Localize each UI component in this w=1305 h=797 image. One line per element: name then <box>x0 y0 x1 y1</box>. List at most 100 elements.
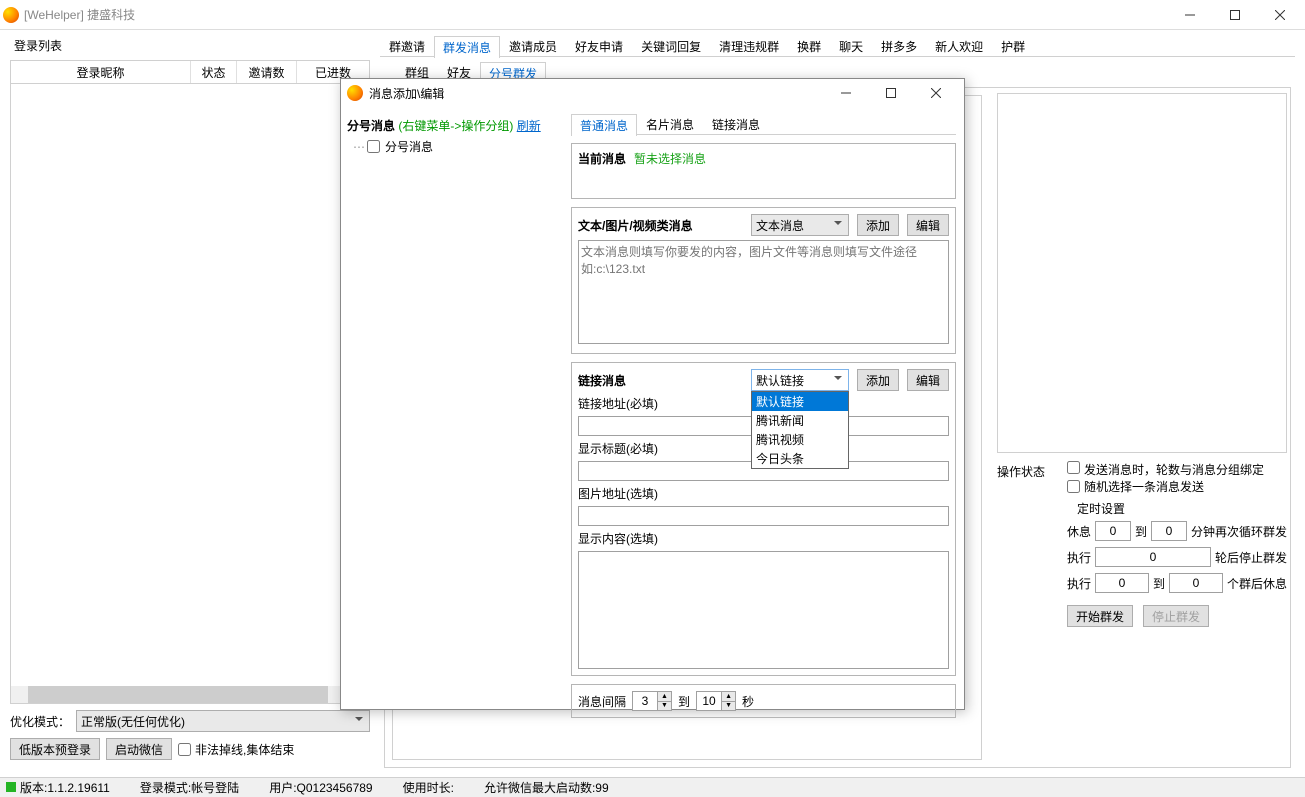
ops-status-label: 操作状态 <box>997 461 1057 627</box>
tab-clean-group[interactable]: 清理违规群 <box>710 35 788 57</box>
optimize-select[interactable]: 正常版(无任何优化) <box>76 710 370 732</box>
link-type-dropdown[interactable]: 默认链接 默认链接 腾讯新闻 腾讯视频 今日头条 <box>751 369 849 391</box>
interval-to-label: 到 <box>678 693 690 710</box>
dd-opt-txnews[interactable]: 腾讯新闻 <box>752 411 848 430</box>
bind-rounds-checkbox[interactable]: 发送消息时，轮数与消息分组绑定 <box>1067 461 1264 478</box>
col-nick[interactable]: 登录昵称 <box>11 61 191 83</box>
tab-chat[interactable]: 聊天 <box>830 35 872 57</box>
close-button[interactable] <box>1257 0 1302 29</box>
rest-to-input[interactable] <box>1151 521 1187 541</box>
dialog-minimize[interactable] <box>823 79 868 107</box>
illegal-offline-input[interactable] <box>178 743 191 756</box>
interval-sec-label: 秒 <box>742 693 754 710</box>
dialog-titlebar: 消息添加\编辑 <box>341 79 964 107</box>
groups-rest-label: 个群后休息 <box>1227 575 1287 592</box>
maximize-button[interactable] <box>1212 0 1257 29</box>
min-again-label: 分钟再次循环群发 <box>1191 523 1287 540</box>
interval-to-spin[interactable]: ▲▼ <box>696 691 736 711</box>
tab-keyword-reply[interactable]: 关键词回复 <box>632 35 710 57</box>
groups-from-input[interactable] <box>1095 573 1149 593</box>
dialog-icon <box>347 85 363 101</box>
start-wechat-button[interactable]: 启动微信 <box>106 738 172 760</box>
link-add-button[interactable]: 添加 <box>857 369 899 391</box>
dd-opt-default[interactable]: 默认链接 <box>752 392 848 411</box>
spin-down-icon-2[interactable]: ▼ <box>722 702 735 711</box>
text-msg-box: 文本/图片/视频类消息 文本消息 添加 编辑 <box>571 207 956 354</box>
tab-guard[interactable]: 护群 <box>992 35 1034 57</box>
ops-list[interactable] <box>997 93 1287 453</box>
tab-invite-member[interactable]: 邀请成员 <box>500 35 566 57</box>
bind-rounds-input[interactable] <box>1067 461 1080 474</box>
status-version: 版本:1.1.2.19611 <box>20 781 110 795</box>
timer-title: 定时设置 <box>1077 500 1287 517</box>
text-section-label: 文本/图片/视频类消息 <box>578 217 743 234</box>
minimize-button[interactable] <box>1167 0 1212 29</box>
tree-refresh-link[interactable]: 刷新 <box>517 119 541 133</box>
illegal-offline-label: 非法掉线,集体结束 <box>195 741 294 758</box>
dlg-tab-normal[interactable]: 普通消息 <box>571 114 637 136</box>
tree-item-checkbox[interactable] <box>367 140 380 153</box>
tab-swap-group[interactable]: 换群 <box>788 35 830 57</box>
login-grid-hscroll[interactable] <box>11 686 369 703</box>
dialog-title: 消息添加\编辑 <box>369 85 444 102</box>
link-content-input[interactable] <box>578 551 949 669</box>
col-invite[interactable]: 邀请数 <box>237 61 297 83</box>
tree-item-label: 分号消息 <box>385 138 433 155</box>
main-tabs: 群邀请 群发消息 邀请成员 好友申请 关键词回复 清理违规群 换群 聊天 拼多多… <box>380 35 1295 57</box>
login-grid-body[interactable] <box>10 84 370 704</box>
tree-item-root[interactable]: ⋯ 分号消息 <box>353 138 557 155</box>
tab-mass-send[interactable]: 群发消息 <box>434 36 500 58</box>
optimize-label: 优化模式： <box>10 713 70 730</box>
tab-group-invite[interactable]: 群邀请 <box>380 35 434 57</box>
groups-to-input[interactable] <box>1169 573 1223 593</box>
text-type-value: 文本消息 <box>756 217 804 234</box>
tab-pdd[interactable]: 拼多多 <box>872 35 926 57</box>
bind-rounds-label: 发送消息时，轮数与消息分组绑定 <box>1084 461 1264 478</box>
login-list-title: 登录列表 <box>10 35 370 56</box>
stop-send-button[interactable]: 停止群发 <box>1143 605 1209 627</box>
interval-box: 消息间隔 ▲▼ 到 ▲▼ 秒 <box>571 684 956 718</box>
spin-down-icon[interactable]: ▼ <box>658 702 671 711</box>
dlg-tab-card[interactable]: 名片消息 <box>637 113 703 135</box>
illegal-offline-checkbox[interactable]: 非法掉线,集体结束 <box>178 741 294 758</box>
link-type-list: 默认链接 腾讯新闻 腾讯视频 今日头条 <box>751 391 849 469</box>
link-section-label: 链接消息 <box>578 372 743 389</box>
dlg-tab-link[interactable]: 链接消息 <box>703 113 769 135</box>
col-state[interactable]: 状态 <box>191 61 237 83</box>
link-type-value: 默认链接 <box>756 372 804 389</box>
dialog-close[interactable] <box>913 79 958 107</box>
spin-up-icon-2[interactable]: ▲ <box>722 692 735 702</box>
status-max: 允许微信最大启动数:99 <box>484 779 609 796</box>
link-msg-box: 链接消息 默认链接 默认链接 腾讯新闻 腾讯视频 今日头条 添加 编辑 <box>571 362 956 676</box>
pre-login-button[interactable]: 低版本预登录 <box>10 738 100 760</box>
interval-from-spin[interactable]: ▲▼ <box>632 691 672 711</box>
tab-newcomer[interactable]: 新人欢迎 <box>926 35 992 57</box>
link-img-input[interactable] <box>578 506 949 526</box>
start-send-button[interactable]: 开始群发 <box>1067 605 1133 627</box>
text-add-button[interactable]: 添加 <box>857 214 899 236</box>
interval-to-input[interactable] <box>697 692 721 710</box>
scroll-thumb[interactable] <box>28 686 328 703</box>
text-content-input[interactable] <box>578 240 949 344</box>
rest-from-input[interactable] <box>1095 521 1131 541</box>
dialog-maximize[interactable] <box>868 79 913 107</box>
random-msg-checkbox[interactable]: 随机选择一条消息发送 <box>1067 478 1204 495</box>
dd-opt-toutiao[interactable]: 今日头条 <box>752 449 848 468</box>
dd-opt-txvideo[interactable]: 腾讯视频 <box>752 430 848 449</box>
random-msg-input[interactable] <box>1067 480 1080 493</box>
text-type-select[interactable]: 文本消息 <box>751 214 849 236</box>
spin-up-icon[interactable]: ▲ <box>658 692 671 702</box>
text-edit-button[interactable]: 编辑 <box>907 214 949 236</box>
main-titlebar: [WeHelper] 捷盛科技 <box>0 0 1305 30</box>
app-title: [WeHelper] 捷盛科技 <box>24 6 135 23</box>
link-type-selected[interactable]: 默认链接 <box>751 369 849 391</box>
current-msg-box: 当前消息 暂未选择消息 <box>571 143 956 199</box>
tree-hint-green: (右键菜单->操作分组) <box>398 119 513 133</box>
tab-friend-req[interactable]: 好友申请 <box>566 35 632 57</box>
tree-title: 分号消息 <box>347 119 395 133</box>
dialog-tabs: 普通消息 名片消息 链接消息 <box>571 113 956 135</box>
rounds-input[interactable] <box>1095 547 1211 567</box>
interval-from-input[interactable] <box>633 692 657 710</box>
app-icon <box>3 7 19 23</box>
link-edit-button[interactable]: 编辑 <box>907 369 949 391</box>
